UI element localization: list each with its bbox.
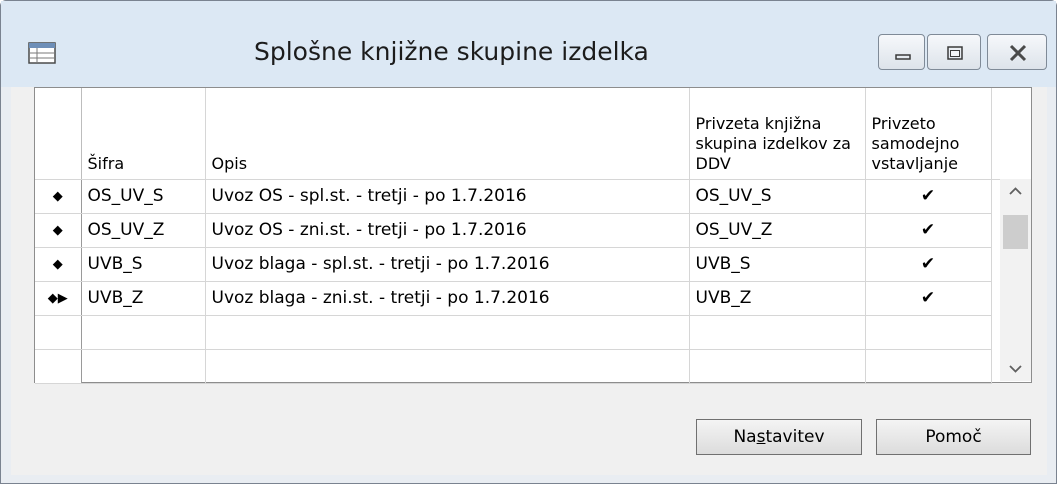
cell-code[interactable]	[81, 349, 206, 384]
table-icon	[28, 42, 56, 64]
settings-button[interactable]: Na s tavitev	[696, 419, 862, 455]
cell-auto-insert-checkmark[interactable]: ✔	[865, 281, 992, 316]
cell-vat-group[interactable]: UVB_Z	[689, 281, 866, 316]
cell-auto-insert-checkmark[interactable]	[865, 315, 992, 350]
cell-description[interactable]	[205, 349, 690, 384]
cell-vat-group[interactable]	[689, 349, 866, 384]
table-row[interactable]: ◆ OS_UV_S Uvoz OS - spl.st. - tretji - p…	[35, 179, 1031, 214]
column-header-code[interactable]: Šifra	[81, 88, 206, 180]
settings-label-accesskey: s	[756, 427, 766, 447]
row-selector[interactable]	[35, 349, 82, 384]
help-button[interactable]: Pomoč	[876, 419, 1031, 455]
close-button[interactable]	[987, 34, 1047, 70]
title-bar[interactable]: Splošne knjižne skupine izdelka	[1, 1, 1056, 87]
cell-auto-insert-checkmark[interactable]	[865, 349, 992, 384]
cell-code[interactable]	[81, 315, 206, 350]
product-posting-groups-grid[interactable]: Šifra Opis Privzeta knjižna skupina izde…	[34, 87, 1032, 384]
scrollbar-thumb[interactable]	[1003, 215, 1028, 249]
cell-auto-insert-checkmark[interactable]: ✔	[865, 213, 992, 248]
cell-code[interactable]: OS_UV_Z	[81, 213, 206, 248]
row-selector[interactable]: ◆	[35, 247, 82, 282]
grid-header-row: Šifra Opis Privzeta knjižna skupina izde…	[35, 88, 1031, 180]
table-row[interactable]	[35, 349, 1031, 384]
table-row[interactable]: ◆ OS_UV_Z Uvoz OS - zni.st. - tretji - p…	[35, 213, 1031, 248]
cell-description[interactable]: Uvoz OS - zni.st. - tretji - po 1.7.2016	[205, 213, 690, 248]
cell-description[interactable]: Uvoz blaga - spl.st. - tretji - po 1.7.2…	[205, 247, 690, 282]
cell-auto-insert-checkmark[interactable]: ✔	[865, 247, 992, 282]
minimize-button[interactable]	[878, 34, 925, 70]
column-header-vat-group[interactable]: Privzeta knjižna skupina izdelkov za DDV	[689, 88, 866, 180]
dialog-window: Splošne knjižne skupine izdelka Šifra Op…	[0, 0, 1057, 484]
cell-vat-group[interactable]	[689, 315, 866, 350]
cell-description[interactable]	[205, 315, 690, 350]
vertical-scrollbar[interactable]	[1000, 179, 1031, 381]
scroll-up-icon[interactable]	[1007, 185, 1024, 197]
cell-vat-group[interactable]: OS_UV_Z	[689, 213, 866, 248]
row-selector[interactable]: ◆	[35, 179, 82, 214]
cell-description[interactable]: Uvoz blaga - zni.st. - tretji - po 1.7.2…	[205, 281, 690, 316]
cell-code[interactable]: OS_UV_S	[81, 179, 206, 214]
table-row[interactable]	[35, 315, 1031, 350]
row-selector-current[interactable]: ◆▶	[35, 281, 82, 316]
cell-code[interactable]: UVB_S	[81, 247, 206, 282]
settings-label-post: tavitev	[765, 427, 825, 447]
settings-label-pre: Na	[733, 427, 757, 447]
table-row[interactable]: ◆ UVB_S Uvoz blaga - spl.st. - tretji - …	[35, 247, 1031, 282]
minimize-icon	[895, 54, 911, 60]
row-selector[interactable]	[35, 315, 82, 350]
maximize-button[interactable]	[927, 34, 981, 70]
close-icon	[1009, 44, 1027, 62]
row-selector-header[interactable]	[35, 88, 82, 180]
window-title: Splošne knjižne skupine izdelka	[254, 37, 649, 66]
cell-description[interactable]: Uvoz OS - spl.st. - tretji - po 1.7.2016	[205, 179, 690, 214]
table-row[interactable]: ◆▶ UVB_Z Uvoz blaga - zni.st. - tretji -…	[35, 281, 1031, 316]
cell-auto-insert-checkmark[interactable]: ✔	[865, 179, 992, 214]
column-header-description[interactable]: Opis	[205, 88, 690, 180]
column-header-auto-insert[interactable]: Privzeto samodejno vstavljanje	[865, 88, 992, 180]
maximize-icon	[947, 46, 963, 60]
row-selector[interactable]: ◆	[35, 213, 82, 248]
cell-vat-group[interactable]: UVB_S	[689, 247, 866, 282]
scrollbar-header-spacer	[991, 88, 1031, 180]
scroll-down-icon[interactable]	[1007, 363, 1024, 375]
cell-vat-group[interactable]: OS_UV_S	[689, 179, 866, 214]
cell-code[interactable]: UVB_Z	[81, 281, 206, 316]
